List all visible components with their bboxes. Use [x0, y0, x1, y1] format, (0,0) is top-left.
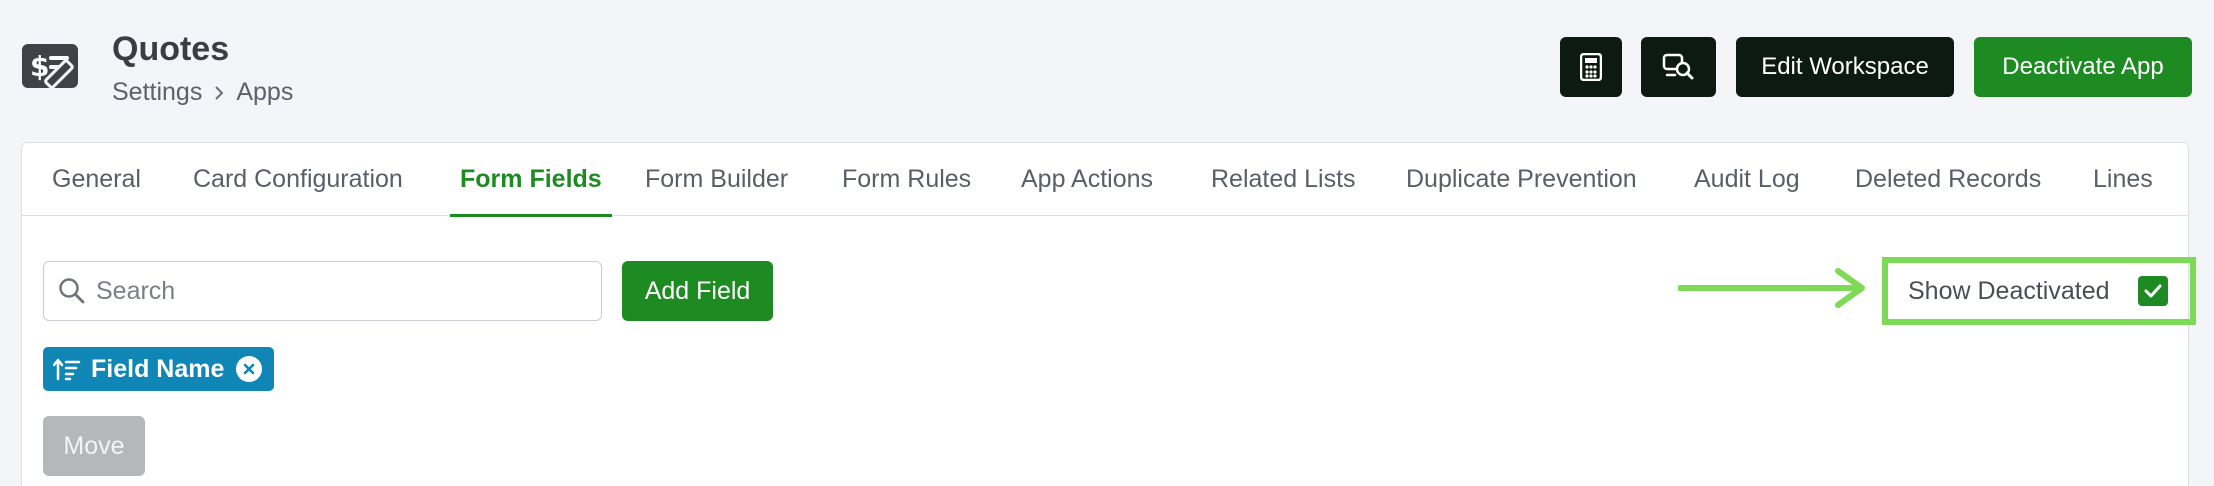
calculator-button[interactable] [1560, 37, 1622, 97]
breadcrumb-settings[interactable]: Settings [112, 78, 202, 107]
search-icon [59, 278, 85, 304]
tab-audit-log[interactable]: Audit Log [1694, 143, 1800, 216]
tab-form-builder[interactable]: Form Builder [645, 143, 788, 216]
annotation-arrow [1678, 268, 1865, 308]
page-title: Quotes [112, 30, 230, 68]
settings-card: General Card Configuration Form Fields F… [21, 142, 2196, 486]
checkmark-icon [2144, 284, 2162, 298]
sort-chip[interactable]: Field Name [43, 347, 274, 391]
sort-ascending-icon [53, 358, 81, 381]
show-deactivated-checkbox[interactable] [2138, 276, 2168, 306]
breadcrumb: Settings Apps [112, 78, 293, 107]
tab-form-fields[interactable]: Form Fields [450, 143, 612, 217]
tab-card-configuration[interactable]: Card Configuration [193, 143, 403, 216]
deactivate-app-button[interactable]: Deactivate App [1974, 37, 2192, 97]
tab-related-lists[interactable]: Related Lists [1211, 143, 1356, 216]
edit-workspace-button[interactable]: Edit Workspace [1736, 37, 1954, 97]
tab-form-rules[interactable]: Form Rules [842, 143, 971, 216]
move-button[interactable]: Move [43, 416, 145, 476]
tab-duplicate-prevention[interactable]: Duplicate Prevention [1406, 143, 1637, 216]
search-input[interactable] [96, 276, 576, 306]
quote-pen-icon: $ [22, 44, 78, 89]
tab-general[interactable]: General [52, 143, 141, 216]
calculator-icon [1580, 53, 1602, 81]
tab-deleted-records[interactable]: Deleted Records [1855, 143, 2041, 216]
chevron-right-icon [215, 85, 224, 100]
breadcrumb-apps[interactable]: Apps [236, 78, 293, 107]
app-settings-page: $ Quotes Settings Apps Edit Workspace De… [0, 0, 2214, 486]
tab-lines[interactable]: Lines [2093, 143, 2153, 216]
add-field-button[interactable]: Add Field [622, 261, 773, 321]
show-deactivated-label: Show Deactivated [1908, 276, 2110, 305]
show-deactivated-toggle[interactable]: Show Deactivated [1882, 257, 2196, 325]
search-field[interactable] [43, 261, 602, 321]
tab-bar: General Card Configuration Form Fields F… [22, 143, 2188, 217]
close-icon [244, 363, 255, 375]
search-document-icon [1662, 53, 1693, 80]
tab-app-actions[interactable]: App Actions [1021, 143, 1153, 216]
sort-chip-label: Field Name [91, 354, 225, 383]
remove-sort-button[interactable] [236, 356, 263, 382]
search-document-button[interactable] [1641, 37, 1716, 97]
